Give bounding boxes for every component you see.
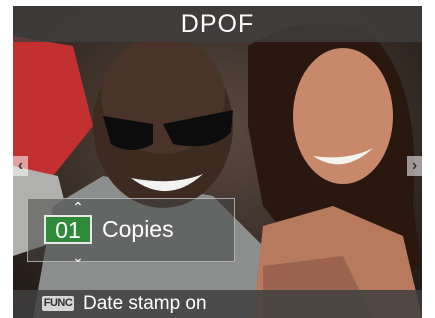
copies-selector: ⌃ 01 Copies ⌄ bbox=[27, 198, 235, 264]
increment-icon[interactable]: ⌃ bbox=[68, 200, 88, 214]
page-title: DPOF bbox=[13, 6, 422, 42]
nav-left-icon[interactable]: ‹ bbox=[13, 156, 28, 176]
camera-screen: DPOF ‹ › ⌃ 01 Copies ⌄ FUNC Date stamp o… bbox=[13, 6, 422, 318]
status-bar: FUNC Date stamp on bbox=[13, 290, 422, 318]
func-icon[interactable]: FUNC bbox=[42, 296, 74, 311]
nav-right-icon[interactable]: › bbox=[407, 156, 422, 176]
date-stamp-status: Date stamp on bbox=[83, 293, 207, 314]
copies-label: Copies bbox=[102, 216, 174, 242]
copies-count[interactable]: 01 bbox=[44, 215, 92, 244]
photo-preview bbox=[13, 6, 422, 318]
decrement-icon[interactable]: ⌄ bbox=[68, 250, 88, 264]
